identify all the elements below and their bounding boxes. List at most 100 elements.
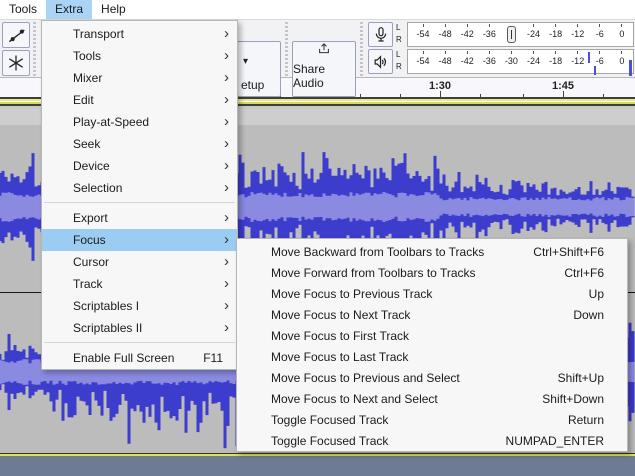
submenu-chevron-icon: › xyxy=(224,209,229,226)
submenu-item-focus-previous-select[interactable]: Move Focus to Previous and SelectShift+U… xyxy=(237,367,627,388)
db-label: 0 xyxy=(619,29,624,40)
db-label: -42 xyxy=(461,29,474,40)
submenu-item-focus-next-select[interactable]: Move Focus to Next and SelectShift+Down xyxy=(237,388,627,409)
shortcut-label: NUMPAD_ENTER xyxy=(506,434,604,448)
db-label: -24 xyxy=(527,56,540,67)
menu-item-enable-full-screen[interactable]: Enable Full ScreenF11 xyxy=(42,347,237,369)
recording-volume-slider-thumb[interactable] xyxy=(507,26,516,43)
ruler-tick xyxy=(603,94,604,97)
db-label: -24 xyxy=(527,29,540,40)
menu-item-cursor[interactable]: Cursor› xyxy=(42,251,237,273)
focus-submenu: Move Backward from Toolbars to TracksCtr… xyxy=(236,238,628,452)
submenu-item-toggle-focused-track-return[interactable]: Toggle Focused TrackReturn xyxy=(237,409,627,430)
shortcut-label: Down xyxy=(573,308,604,322)
submenu-chevron-icon: › xyxy=(224,69,229,86)
multi-tool-button[interactable] xyxy=(2,50,30,76)
submenu-chevron-icon: › xyxy=(224,135,229,152)
menu-item-mixer[interactable]: Mixer› xyxy=(42,67,237,89)
toolbar-grip[interactable] xyxy=(285,22,288,76)
menu-item-export[interactable]: Export› xyxy=(42,207,237,229)
menu-item-edit[interactable]: Edit› xyxy=(42,89,237,111)
shortcut-label: Ctrl+Shift+F6 xyxy=(533,245,604,259)
toolbar-grip[interactable] xyxy=(360,22,363,76)
db-label: -54 xyxy=(417,29,430,40)
shortcut-label: Up xyxy=(589,287,604,301)
toolbar-grip[interactable] xyxy=(33,22,36,76)
menu-item-transport[interactable]: Transport› xyxy=(42,23,237,45)
menu-item-seek[interactable]: Seek› xyxy=(42,133,237,155)
submenu-chevron-icon: › xyxy=(224,113,229,130)
playback-meter[interactable]: -54 -48 -42 -36 -30 -24 -18 -12 -6 0 xyxy=(407,49,634,74)
submenu-chevron-icon: › xyxy=(224,179,229,196)
shortcut-label: Ctrl+F6 xyxy=(564,266,604,280)
recording-meter[interactable]: -54 -48 -42 -36 -24 -18 -12 -6 0 xyxy=(407,22,634,47)
menubar-item-tools[interactable]: Tools xyxy=(0,0,46,19)
record-meter-button[interactable] xyxy=(368,22,393,47)
submenu-item-move-backward-toolbars[interactable]: Move Backward from Toolbars to TracksCtr… xyxy=(237,241,627,262)
menu-item-device[interactable]: Device› xyxy=(42,155,237,177)
ruler-tick xyxy=(480,94,481,97)
tracks-background-area xyxy=(0,456,635,476)
menu-item-tools[interactable]: Tools› xyxy=(42,45,237,67)
submenu-chevron-icon: › xyxy=(224,47,229,64)
submenu-chevron-icon: › xyxy=(224,231,229,248)
menu-bar: Tools Extra Help xyxy=(0,0,635,20)
db-label: -12 xyxy=(571,56,584,67)
submenu-chevron-icon: › xyxy=(224,253,229,270)
db-label: 0 xyxy=(619,56,624,67)
ruler-tick xyxy=(523,94,524,97)
db-label: -6 xyxy=(596,29,604,40)
menu-item-play-at-speed[interactable]: Play-at-Speed› xyxy=(42,111,237,133)
multi-tool-icon xyxy=(6,53,26,73)
menubar-item-help[interactable]: Help xyxy=(92,0,135,19)
envelope-tool-icon xyxy=(6,25,26,45)
db-label: -54 xyxy=(417,56,430,67)
play-meter-channels: L R xyxy=(396,49,406,73)
db-label: -18 xyxy=(549,56,562,67)
shortcut-label: Return xyxy=(568,413,604,427)
submenu-item-focus-previous-track[interactable]: Move Focus to Previous TrackUp xyxy=(237,283,627,304)
menu-item-scriptables-1[interactable]: Scriptables I› xyxy=(42,295,237,317)
menubar-item-extra[interactable]: Extra xyxy=(46,0,92,19)
playback-level-mark xyxy=(588,52,590,63)
audio-setup-label: etup xyxy=(241,78,264,92)
audio-setup-button[interactable]: ▾ etup xyxy=(237,41,281,97)
submenu-item-move-forward-toolbars[interactable]: Move Forward from Toolbars to TracksCtrl… xyxy=(237,262,627,283)
db-label: -48 xyxy=(439,29,452,40)
submenu-chevron-icon: › xyxy=(224,319,229,336)
menu-item-scriptables-2[interactable]: Scriptables II› xyxy=(42,317,237,339)
submenu-chevron-icon: › xyxy=(224,157,229,174)
playback-slider-thumb[interactable] xyxy=(629,60,632,76)
shortcut-label: F11 xyxy=(203,351,223,365)
db-label: -12 xyxy=(571,29,584,40)
record-meter-channels: L R xyxy=(396,22,406,46)
menu-separator xyxy=(44,202,235,203)
extra-menu-dropdown: Transport› Tools› Mixer› Edit› Play-at-S… xyxy=(41,20,238,370)
play-meter-button[interactable] xyxy=(368,49,393,74)
menu-item-track[interactable]: Track› xyxy=(42,273,237,295)
submenu-item-focus-last-track[interactable]: Move Focus to Last Track xyxy=(237,346,627,367)
envelope-tool-button[interactable] xyxy=(2,22,30,48)
submenu-chevron-icon: › xyxy=(224,297,229,314)
db-label: -30 xyxy=(505,56,518,67)
db-label: -18 xyxy=(549,29,562,40)
playback-level-mark xyxy=(594,66,596,75)
ruler-tick xyxy=(360,94,361,97)
ruler-tick xyxy=(563,91,564,97)
dropdown-arrow-icon: ▾ xyxy=(243,56,248,67)
ruler-tick xyxy=(440,91,441,97)
menu-separator xyxy=(44,342,235,343)
audacity-window: 1:15 1:30 1:45 xyxy=(0,0,635,476)
submenu-item-toggle-focused-track-numpad[interactable]: Toggle Focused TrackNUMPAD_ENTER xyxy=(237,430,627,451)
submenu-chevron-icon: › xyxy=(224,91,229,108)
submenu-item-focus-next-track[interactable]: Move Focus to Next TrackDown xyxy=(237,304,627,325)
menu-item-focus[interactable]: Focus› xyxy=(42,229,237,251)
speaker-icon xyxy=(372,54,389,70)
db-label: -6 xyxy=(596,56,604,67)
share-audio-button[interactable]: Share Audio xyxy=(292,41,356,97)
submenu-item-focus-first-track[interactable]: Move Focus to First Track xyxy=(237,325,627,346)
db-label: -48 xyxy=(439,56,452,67)
submenu-chevron-icon: › xyxy=(224,25,229,42)
microphone-icon xyxy=(373,26,389,44)
menu-item-selection[interactable]: Selection› xyxy=(42,177,237,199)
